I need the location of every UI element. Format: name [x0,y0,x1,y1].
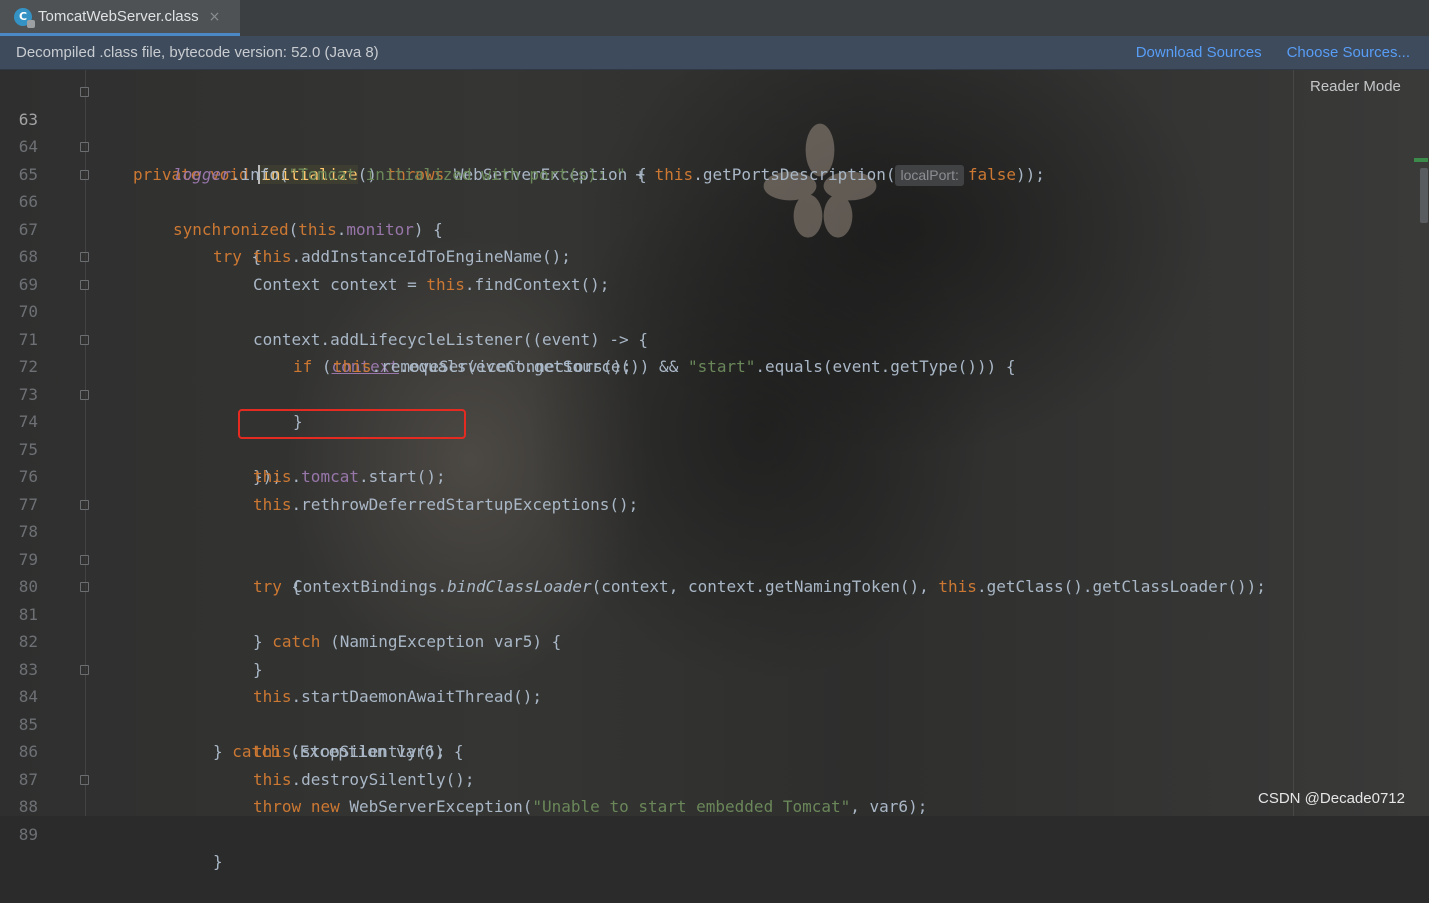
code-line: 82 [0,601,1410,651]
scrollbar-thumb[interactable] [1420,168,1428,223]
fold-marker-icon[interactable] [80,554,89,565]
code-line: 70 if (context.equals(event.getSource())… [0,271,1410,376]
fold-marker-icon[interactable] [80,87,89,97]
code-line: 77 [0,463,1410,514]
editor-tab-bar: C TomcatWebServer.class × [0,0,1429,37]
decompiled-notification-banner: Decompiled .class file, bytecode version… [0,36,1429,70]
code-line: 83 this.startDaemonAwaitThread(); [0,628,1410,707]
csdn-watermark: CSDN @Decade0712 [1258,790,1405,807]
banner-text: Decompiled .class file, bytecode version… [16,44,379,61]
code-line: 86 this.destroySilently(); [0,711,1410,789]
code-line: 66 try { [0,161,1410,266]
red-highlight-box [238,409,466,439]
code-line: 81 } [0,573,1410,679]
close-icon[interactable]: × [209,9,221,25]
code-line: 76 this.rethrowDeferredStartupExceptions… [0,436,1410,514]
code-text: } [213,852,223,871]
tab-label: TomcatWebServer.class [38,8,199,25]
code-line: 67 this.addInstanceIdToEngineName(); [0,188,1410,267]
fold-marker-icon[interactable] [80,774,89,785]
code-line: 72 } [0,326,1410,431]
code-line: 75 this.tomcat.start(); [0,408,1410,487]
code-line: 78 try { [0,491,1410,596]
code-line: 80 } catch (NamingException var5) { [0,546,1410,651]
fold-marker-icon[interactable] [80,279,89,290]
fold-marker-icon[interactable] [80,334,89,345]
choose-sources-link[interactable]: Choose Sources... [1287,44,1410,61]
code-line: 65 synchronized(this.monitor) { [0,133,1410,239]
code-line: 88 } [0,766,1410,871]
code-line: 74 }); [0,381,1410,486]
code-line: 85 this.stopSilently(); [0,683,1410,762]
code-line: 71 this.removeServiceConnectors(); [0,298,1410,377]
code-editor[interactable]: Reader Mode 63 private void initialize()… [0,70,1429,871]
code-line: 84 } catch (Exception var6) { [0,656,1410,761]
download-sources-link[interactable]: Download Sources [1136,44,1262,61]
fold-marker-icon[interactable] [80,142,89,152]
code-line: 63 private void initialize() throws WebS… [0,78,1410,184]
code-line: 64 logger.info("Tomcat initialized with … [0,106,1410,186]
tab-tomcatwebserver-class[interactable]: C TomcatWebServer.class × [0,0,240,36]
fold-marker-icon[interactable] [80,664,89,675]
code-line: 73 [0,353,1410,404]
fold-marker-icon[interactable] [80,389,89,400]
code-line: 79 ContextBindings.bindClassLoader(conte… [0,518,1410,597]
code-line: 68 Context context = this.findContext(); [0,216,1410,294]
scrollbar-marker [1414,158,1428,162]
code-line: 87 throw new WebServerException("Unable … [0,738,1410,817]
code-line: 89 [0,793,1410,844]
fold-marker-icon[interactable] [80,499,89,510]
class-file-icon: C [14,7,35,28]
fold-marker-icon[interactable] [80,252,89,262]
fold-marker-icon[interactable] [80,582,89,592]
line-number: 89 [18,824,38,844]
fold-marker-icon[interactable] [80,169,89,180]
code-line: 69 context.addLifecycleListener((event) … [0,243,1410,349]
